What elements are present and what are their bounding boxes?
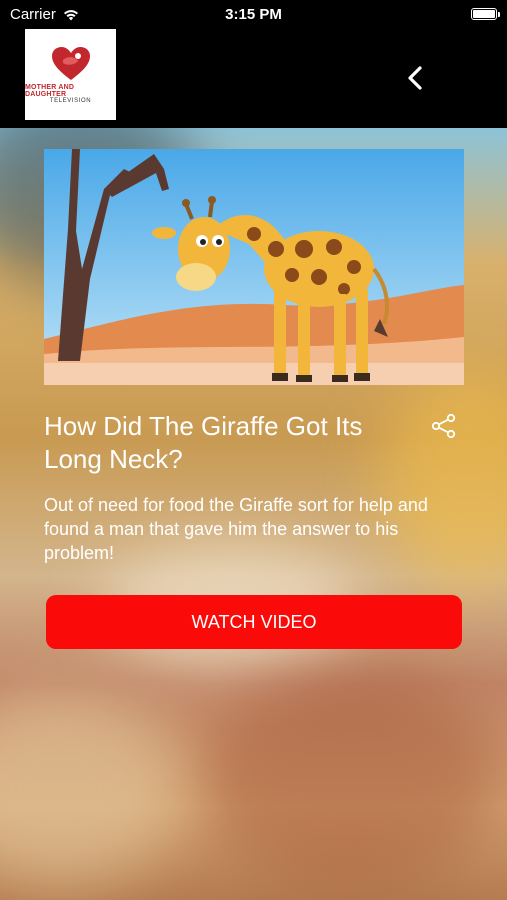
heart-logo-icon	[51, 46, 90, 80]
back-button[interactable]	[398, 60, 434, 96]
video-thumbnail[interactable]	[44, 149, 464, 385]
content-area: How Did The Giraffe Got Its Long Neck? O…	[0, 128, 507, 900]
watch-video-button[interactable]: WATCH VIDEO	[46, 595, 462, 649]
app-logo[interactable]: MOTHER AND DAUGHTER TELEVISION	[25, 29, 116, 120]
background-blur	[0, 688, 180, 888]
logo-subtitle: TELEVISION	[49, 97, 92, 104]
wifi-icon	[63, 9, 78, 20]
giraffe-illustration	[44, 149, 464, 385]
logo-title: MOTHER AND DAUGHTER	[25, 83, 75, 98]
video-description: Out of need for food the Giraffe sort fo…	[44, 495, 428, 563]
battery-level	[473, 10, 495, 18]
status-bar: Carrier 3:15 PM	[0, 0, 507, 28]
status-left: Carrier	[10, 6, 80, 23]
chevron-left-icon	[408, 66, 422, 90]
carrier-label: Carrier	[10, 5, 56, 23]
video-title: How Did The Giraffe Got Its Long Neck?	[44, 411, 363, 474]
background-blur	[200, 668, 500, 888]
share-button[interactable]	[430, 412, 458, 440]
battery-icon	[471, 8, 500, 20]
nav-bar: MOTHER AND DAUGHTER TELEVISION	[0, 28, 507, 128]
share-icon	[431, 413, 456, 439]
